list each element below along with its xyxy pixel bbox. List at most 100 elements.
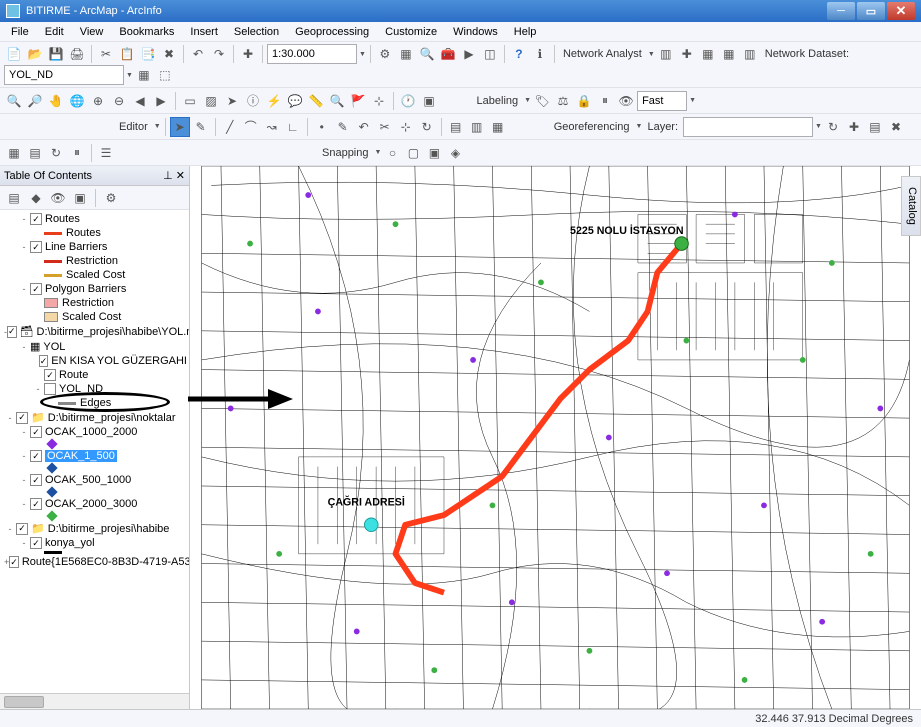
labeling-label[interactable]: Labeling: [473, 95, 523, 107]
python-window-icon[interactable]: ▶: [459, 44, 479, 64]
data-view-icon[interactable]: ▦: [4, 143, 24, 163]
cut-button[interactable]: ✂: [96, 44, 116, 64]
toc-item[interactable]: -konya_yol: [2, 536, 187, 550]
toc-item[interactable]: Restriction: [2, 296, 187, 310]
print-button[interactable]: 🖨: [67, 44, 87, 64]
fixed-zoom-in-icon[interactable]: ⊕: [88, 91, 108, 111]
toc-item[interactable]: -▦YOL: [2, 339, 187, 354]
toc-item[interactable]: -Routes: [2, 212, 187, 226]
menu-help[interactable]: Help: [507, 24, 544, 40]
find-icon[interactable]: 🔍: [327, 91, 347, 111]
time-slider-icon[interactable]: 🕐: [398, 91, 418, 111]
refresh-icon[interactable]: ↻: [46, 143, 66, 163]
create-viewer-icon[interactable]: ▣: [419, 91, 439, 111]
right-angle-icon[interactable]: ∟: [283, 117, 303, 137]
toc-item[interactable]: Edges: [2, 396, 187, 410]
toc-item[interactable]: -🗃D:\bitirme_projesi\habibe\YOL.mdb: [2, 324, 187, 339]
label-weight-icon[interactable]: ⚖: [553, 91, 573, 111]
full-extent-icon[interactable]: 🌐: [67, 91, 87, 111]
trace-icon[interactable]: ↝: [262, 117, 282, 137]
snap-end-icon[interactable]: ▢: [403, 143, 423, 163]
layer-dropdown-icon[interactable]: ▼: [815, 123, 822, 130]
point-icon[interactable]: •: [312, 117, 332, 137]
layer-checkbox[interactable]: [30, 537, 42, 549]
zoom-in-icon[interactable]: 🔍: [4, 91, 24, 111]
toc-item[interactable]: Scaled Cost: [2, 310, 187, 324]
goto-xy-icon[interactable]: ⊹: [369, 91, 389, 111]
network-dataset-input[interactable]: [4, 65, 124, 85]
toc-item[interactable]: [2, 511, 187, 521]
catalog-window-icon[interactable]: ▦: [396, 44, 416, 64]
na-identify-icon[interactable]: ⬚: [155, 65, 175, 85]
georef-view-link-icon[interactable]: ▤: [865, 117, 885, 137]
label-priority-icon[interactable]: 🏷: [532, 91, 552, 111]
layer-checkbox[interactable]: [30, 498, 42, 510]
attributes-icon[interactable]: ▤: [446, 117, 466, 137]
na-window-icon[interactable]: ▥: [656, 44, 676, 64]
network-dataset-dropdown-icon[interactable]: ▼: [126, 72, 133, 79]
toc-item[interactable]: -YOL_ND: [2, 382, 187, 396]
layer-checkbox[interactable]: [30, 241, 42, 253]
list-by-visibility-icon[interactable]: 👁: [48, 188, 68, 208]
georef-rotate-icon[interactable]: ↻: [823, 117, 843, 137]
snap-point-icon[interactable]: ○: [382, 143, 402, 163]
toc-item[interactable]: Routes: [2, 226, 187, 240]
editor-dropdown-icon[interactable]: ▼: [154, 123, 161, 130]
layer-checkbox[interactable]: [30, 450, 42, 462]
layer-checkbox[interactable]: [30, 283, 42, 295]
na-directions-icon[interactable]: ▥: [740, 44, 760, 64]
cut-polygons-icon[interactable]: ✂: [375, 117, 395, 137]
rotate-icon[interactable]: ↻: [417, 117, 437, 137]
undo-button[interactable]: ↶: [188, 44, 208, 64]
menu-customize[interactable]: Customize: [378, 24, 444, 40]
label-pause-icon[interactable]: ⏸: [595, 91, 615, 111]
layer-checkbox[interactable]: [9, 556, 19, 568]
window-maximize-button[interactable]: ▭: [857, 2, 885, 20]
toc-item[interactable]: -Line Barriers: [2, 240, 187, 254]
layer-checkbox[interactable]: [30, 213, 42, 225]
arctoolbox-icon[interactable]: 🧰: [438, 44, 458, 64]
labeling-mode-input[interactable]: [637, 91, 687, 111]
select-elements-icon[interactable]: ➤: [222, 91, 242, 111]
find-route-icon[interactable]: 🚩: [348, 91, 368, 111]
forward-extent-icon[interactable]: ▶: [151, 91, 171, 111]
georef-link-icon[interactable]: ✚: [844, 117, 864, 137]
straight-segment-icon[interactable]: ╱: [220, 117, 240, 137]
new-button[interactable]: 📄: [4, 44, 24, 64]
open-button[interactable]: 📂: [25, 44, 45, 64]
menu-edit[interactable]: Edit: [38, 24, 71, 40]
window-close-button[interactable]: ✕: [887, 2, 915, 20]
toc-item[interactable]: Scaled Cost: [2, 268, 187, 282]
toc-item[interactable]: -📁D:\bitirme_projesi\habibe: [2, 521, 187, 536]
toc-tree[interactable]: -RoutesRoutes-Line BarriersRestrictionSc…: [0, 210, 189, 693]
menu-insert[interactable]: Insert: [183, 24, 225, 40]
options-icon[interactable]: ⚙: [101, 188, 121, 208]
toc-item[interactable]: -📁D:\bitirme_projesi\noktalar: [2, 410, 187, 425]
labeling-dropdown-icon[interactable]: ▼: [524, 97, 531, 104]
delete-button[interactable]: ✖: [159, 44, 179, 64]
window-minimize-button[interactable]: ─: [827, 2, 855, 20]
pause-drawing-icon[interactable]: ⏸: [67, 143, 87, 163]
sketch-properties-icon[interactable]: ▥: [467, 117, 487, 137]
list-by-source-icon[interactable]: ◆: [26, 188, 46, 208]
layer-checkbox[interactable]: [30, 426, 42, 438]
help-icon[interactable]: ?: [509, 44, 529, 64]
menu-view[interactable]: View: [73, 24, 111, 40]
split-icon[interactable]: ⊹: [396, 117, 416, 137]
label-view-unplaced-icon[interactable]: 👁: [616, 91, 636, 111]
toc-pin-icon[interactable]: ⊥: [163, 170, 173, 182]
layer-checkbox[interactable]: [7, 326, 17, 338]
toc-item[interactable]: Restriction: [2, 254, 187, 268]
layer-checkbox[interactable]: [16, 523, 28, 535]
network-analyst-label[interactable]: Network Analyst: [559, 48, 646, 60]
edit-vertices-icon[interactable]: ✎: [333, 117, 353, 137]
edit-tool-icon[interactable]: ➤: [170, 117, 190, 137]
catalog-tab[interactable]: Catalog: [901, 176, 921, 236]
search-window-icon[interactable]: 🔍: [417, 44, 437, 64]
end-point-arc-icon[interactable]: ⌒: [241, 117, 261, 137]
labeling-mode-dropdown-icon[interactable]: ▼: [689, 97, 696, 104]
redo-button[interactable]: ↷: [209, 44, 229, 64]
toc-item[interactable]: [2, 487, 187, 497]
pan-icon[interactable]: 🤚: [46, 91, 66, 111]
toc-item[interactable]: +Route{1E568EC0-8B3D-4719-A533-E7F: [2, 555, 187, 569]
